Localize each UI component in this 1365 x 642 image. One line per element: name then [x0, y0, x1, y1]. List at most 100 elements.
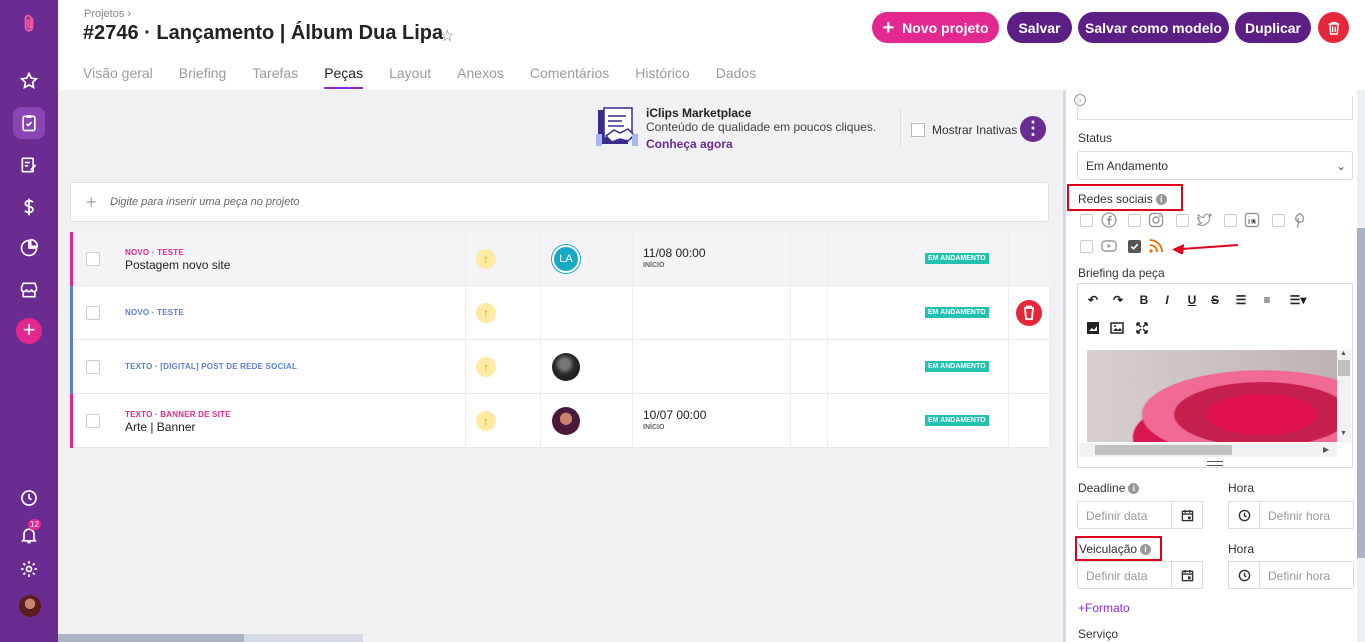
clipboard-icon[interactable] — [17, 111, 41, 135]
priority-up-icon[interactable]: ↑ — [476, 249, 496, 269]
status-select[interactable]: Em Andamento — [1077, 151, 1353, 180]
panel-top-field[interactable] — [1077, 96, 1353, 120]
clip-logo-icon[interactable] — [17, 12, 41, 36]
panel-scrollbar-thumb[interactable] — [1357, 228, 1365, 558]
clock-button[interactable] — [1228, 561, 1260, 589]
clock-button[interactable] — [1228, 501, 1260, 529]
more-options-button[interactable]: ⋮ — [1020, 116, 1046, 142]
underline-icon[interactable]: U — [1183, 293, 1201, 307]
pinterest-checkbox[interactable] — [1272, 214, 1285, 227]
scroll-up-icon[interactable]: ▲ — [1340, 350, 1347, 357]
row-category: Teste — [157, 248, 184, 257]
italic-icon[interactable]: I — [1158, 293, 1176, 307]
facebook-icon — [1101, 212, 1117, 228]
column-divider — [632, 232, 633, 286]
column-divider — [1008, 232, 1009, 286]
table-row[interactable]: Novo · Teste ↑ EM ANDAMENTO — [70, 286, 1049, 340]
undo-icon[interactable]: ↶ — [1084, 293, 1102, 307]
row-color-bar — [70, 232, 73, 286]
tab-briefing[interactable]: Briefing — [179, 65, 226, 89]
twitter-checkbox[interactable] — [1176, 214, 1189, 227]
avatar[interactable]: LA — [552, 245, 580, 273]
add-piece-placeholder: Digite para inserir uma peça no projeto — [110, 196, 300, 208]
linkedin-checkbox[interactable] — [1224, 214, 1237, 227]
veiculacao-hour-input[interactable]: Definir hora — [1259, 561, 1354, 589]
calendar-button[interactable] — [1171, 561, 1203, 589]
tab-dados[interactable]: Dados — [716, 65, 756, 89]
clock-icon[interactable] — [17, 486, 41, 510]
table-row[interactable]: Texto · Banner de site Arte | Banner ↑ 10/0… — [70, 394, 1049, 448]
status-badge: EM ANDAMENTO — [925, 307, 989, 318]
scroll-thumb[interactable] — [1338, 360, 1350, 376]
edit-icon[interactable] — [17, 153, 41, 177]
row-checkbox[interactable] — [86, 252, 100, 266]
tab-visao-geral[interactable]: Visão geral — [83, 65, 153, 89]
save-as-template-button[interactable]: Salvar como modelo — [1078, 12, 1229, 43]
youtube-checkbox[interactable] — [1080, 240, 1093, 253]
row-checkbox[interactable] — [86, 306, 100, 320]
column-divider — [827, 340, 828, 394]
dollar-icon[interactable] — [17, 195, 41, 219]
show-inactive-checkbox[interactable] — [911, 123, 925, 137]
image-insert-icon[interactable] — [1110, 321, 1124, 335]
deadline-date-input[interactable]: Definir data — [1077, 501, 1172, 529]
store-icon[interactable] — [17, 278, 41, 302]
veiculacao-date-input[interactable]: Definir data — [1077, 561, 1172, 589]
editor-hscroll-thumb[interactable] — [1095, 445, 1232, 455]
star-icon[interactable] — [17, 69, 41, 93]
scroll-down-icon[interactable]: ▼ — [1340, 430, 1347, 437]
strikethrough-icon[interactable]: S — [1206, 293, 1224, 307]
add-format-link[interactable]: +Formato — [1078, 601, 1130, 615]
social-networks-label: Redes sociais i — [1078, 192, 1167, 206]
deadline-hour-input[interactable]: Definir hora — [1259, 501, 1354, 529]
align-dropdown-icon[interactable]: ☰▾ — [1285, 293, 1311, 307]
row-name[interactable]: Postagem novo site — [125, 258, 230, 272]
tab-anexos[interactable]: Anexos — [457, 65, 504, 89]
avatar[interactable] — [552, 353, 580, 381]
save-button[interactable]: Salvar — [1007, 12, 1072, 43]
delete-piece-button[interactable] — [1016, 300, 1042, 326]
row-start-date: 10/07 00:00 — [643, 408, 707, 422]
calendar-icon — [1181, 569, 1193, 581]
resize-handle-icon[interactable] — [1207, 461, 1223, 466]
linkedin-icon — [1244, 212, 1260, 228]
table-row[interactable]: Texto · [Digital] Post de rede social ↑ EM… — [70, 340, 1049, 394]
calendar-button[interactable] — [1171, 501, 1203, 529]
table-row[interactable]: Novo · Teste Postagem novo site ↑ LA 11/08 0… — [70, 232, 1049, 286]
facebook-checkbox[interactable] — [1080, 214, 1093, 227]
duplicate-button[interactable]: Duplicar — [1235, 12, 1311, 43]
row-checkbox[interactable] — [86, 360, 100, 374]
row-name[interactable]: Arte | Banner — [125, 420, 196, 434]
priority-up-icon[interactable]: ↑ — [476, 411, 496, 431]
editor-vertical-scrollbar[interactable]: ▲ ▼ — [1337, 350, 1351, 442]
new-project-button[interactable]: + Novo projeto — [872, 12, 999, 43]
rss-checkbox[interactable] — [1128, 240, 1141, 253]
priority-up-icon[interactable]: ↑ — [476, 303, 496, 323]
tab-layout[interactable]: Layout — [389, 65, 431, 89]
tab-pecas[interactable]: Peças — [324, 65, 364, 89]
bold-icon[interactable]: B — [1135, 293, 1153, 307]
breadcrumb[interactable]: Projetos › — [84, 8, 131, 20]
image-edit-icon[interactable] — [1086, 321, 1100, 335]
row-checkbox[interactable] — [86, 414, 100, 428]
numbered-list-icon[interactable]: ≡ — [1258, 293, 1276, 307]
marketplace-link[interactable]: Conheça agora — [646, 137, 733, 151]
priority-up-icon[interactable]: ↑ — [476, 357, 496, 377]
avatar[interactable] — [552, 407, 580, 435]
breadcrumb-projects[interactable]: Projetos — [84, 8, 124, 20]
fullscreen-icon[interactable] — [1135, 321, 1149, 335]
plus-icon[interactable]: + — [16, 318, 42, 344]
tab-historico[interactable]: Histórico — [635, 65, 689, 89]
avatar[interactable] — [19, 595, 41, 617]
tab-comentarios[interactable]: Comentários — [530, 65, 609, 89]
tab-tarefas[interactable]: Tarefas — [252, 65, 298, 89]
bullet-list-icon[interactable]: ☰ — [1232, 293, 1250, 307]
delete-project-button[interactable] — [1318, 12, 1349, 43]
instagram-checkbox[interactable] — [1128, 214, 1141, 227]
horizontal-scrollbar-thumb[interactable] — [58, 634, 244, 642]
pie-chart-icon[interactable] — [17, 236, 41, 260]
gear-icon[interactable] — [17, 557, 41, 581]
redo-icon[interactable]: ↷ — [1109, 293, 1127, 307]
favorite-star-icon[interactable]: ☆ — [440, 26, 454, 46]
scroll-right-icon[interactable]: ▶ — [1323, 445, 1329, 454]
